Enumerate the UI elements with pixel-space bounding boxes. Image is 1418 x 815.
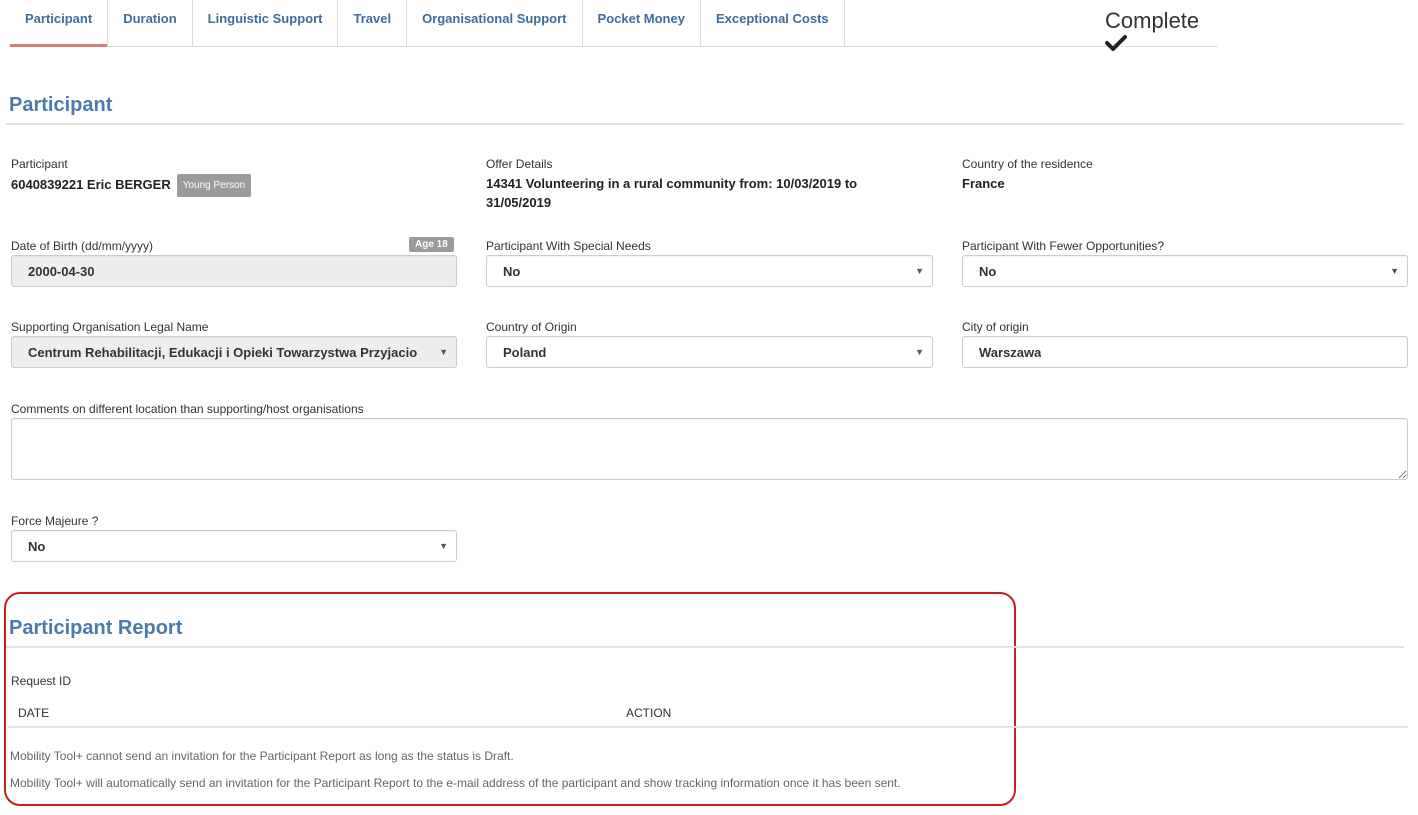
city-origin-value: Warszawa [979, 344, 1042, 360]
section-title-participant-report: Participant Report [9, 617, 183, 639]
supporting-org-label: Supporting Organisation Legal Name [11, 320, 209, 334]
country-origin-label: Country of Origin [486, 320, 577, 334]
tab-duration[interactable]: Duration [108, 0, 193, 46]
fewer-opportunities-label: Participant With Fewer Opportunities? [962, 239, 1165, 253]
special-needs-label: Participant With Special Needs [486, 239, 651, 253]
special-needs-value: No [503, 263, 521, 279]
caret-down-icon: ▼ [439, 541, 448, 551]
tab-label: Organisational Support [422, 11, 567, 26]
offer-details-value: 14341 Volunteering in a rural community … [486, 176, 858, 210]
tab-bar: Participant Duration Linguistic Support … [10, 0, 1218, 47]
age-badge: Age 18 [409, 237, 454, 252]
checkmark-icon [1105, 35, 1127, 51]
fewer-opportunities-value: No [979, 263, 997, 279]
country-residence-value: France [962, 176, 1005, 191]
tab-label: Linguistic Support [207, 11, 323, 26]
tab-travel[interactable]: Travel [338, 0, 408, 46]
participant-name: 6040839221 Eric BERGER [11, 177, 171, 192]
force-majeure-select[interactable]: No ▼ [11, 530, 457, 562]
tab-pocket-money[interactable]: Pocket Money [583, 0, 701, 46]
comments-textarea[interactable] [11, 418, 1408, 480]
request-id-label: Request ID [11, 674, 72, 688]
column-header-date: DATE [18, 706, 50, 720]
report-note-auto-invite: Mobility Tool+ will automatically send a… [10, 776, 901, 790]
tab-label: Travel [353, 11, 392, 26]
city-origin-label: City of origin [962, 320, 1029, 334]
special-needs-select[interactable]: No ▼ [486, 255, 933, 287]
caret-down-icon: ▼ [915, 266, 924, 276]
section-title-participant: Participant [9, 94, 113, 116]
tab-participant[interactable]: Participant [10, 0, 109, 47]
force-majeure-value: No [28, 538, 46, 554]
tab-label: Exceptional Costs [715, 11, 829, 26]
tab-label: Pocket Money [597, 11, 685, 26]
section-divider [6, 123, 1404, 125]
young-person-badge: Young Person [176, 174, 252, 197]
column-header-action: ACTION [626, 706, 672, 720]
supporting-org-value: Centrum Rehabilitacji, Edukacji i Opieki… [28, 344, 418, 360]
tab-linguistic-support[interactable]: Linguistic Support [193, 0, 339, 46]
caret-down-icon: ▼ [439, 347, 448, 357]
force-majeure-label: Force Majeure ? [11, 514, 99, 528]
dob-field: 2000-04-30 [11, 255, 457, 287]
participant-value: 6040839221 Eric BERGER Young Person [11, 174, 252, 197]
supporting-org-select: Centrum Rehabilitacji, Edukacji i Opieki… [11, 336, 457, 368]
comments-label: Comments on different location than supp… [11, 402, 364, 416]
caret-down-icon: ▼ [1390, 266, 1399, 276]
section-divider [6, 646, 1404, 648]
participant-label: Participant [11, 157, 68, 171]
report-note-draft: Mobility Tool+ cannot send an invitation… [10, 749, 514, 763]
tab-label: Duration [123, 11, 177, 26]
dob-label: Date of Birth (dd/mm/yyyy) [11, 239, 154, 253]
country-origin-select[interactable]: Poland ▼ [486, 336, 933, 368]
city-origin-input[interactable]: Warszawa [962, 336, 1408, 368]
tab-organisational-support[interactable]: Organisational Support [407, 0, 583, 46]
fewer-opportunities-select[interactable]: No ▼ [962, 255, 1408, 287]
tab-label: Participant [25, 11, 93, 26]
caret-down-icon: ▼ [915, 347, 924, 357]
dob-value: 2000-04-30 [28, 263, 95, 279]
tab-exceptional-costs[interactable]: Exceptional Costs [701, 0, 845, 46]
country-residence-label: Country of the residence [962, 157, 1093, 171]
country-origin-value: Poland [503, 344, 547, 360]
status-complete-label: Complete [1105, 8, 1200, 33]
table-header-divider [8, 726, 1408, 728]
offer-details-label: Offer Details [486, 157, 553, 171]
